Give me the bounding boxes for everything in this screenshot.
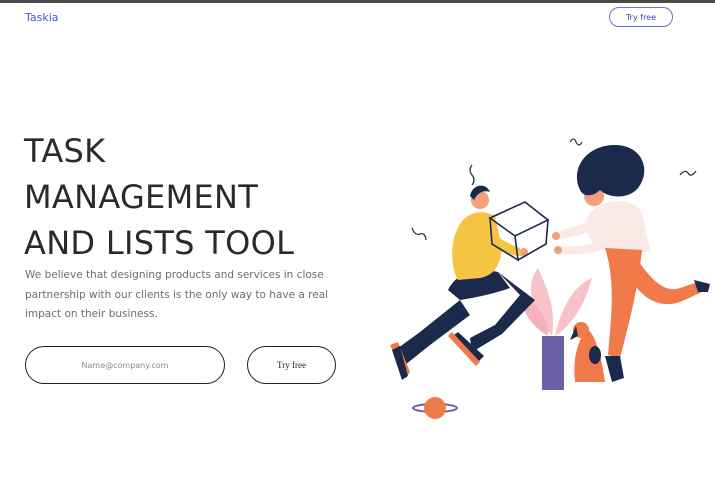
squiggle-icon — [679, 170, 697, 176]
squiggle-icon — [411, 227, 427, 241]
squiggle-icon — [569, 138, 583, 146]
man-leg-icon — [398, 300, 470, 365]
logo[interactable]: Taskia — [25, 11, 59, 24]
plant-pot-icon — [542, 336, 564, 390]
hero-title: TASK MANAGEMENT AND LISTS TOOL — [24, 128, 354, 266]
hero-title-line: MANAGEMENT — [24, 178, 259, 216]
people-carrying-box-illustration — [390, 138, 710, 419]
planet-icon — [424, 397, 446, 419]
shoe-icon — [605, 356, 624, 382]
squiggle-icon — [469, 164, 475, 186]
hand-icon — [554, 246, 562, 254]
hero-illustration — [380, 120, 715, 430]
hero-try-free-button[interactable]: Try free — [247, 346, 336, 384]
nav-try-free-button[interactable]: Try free — [609, 7, 673, 27]
top-border — [0, 0, 715, 3]
hand-icon — [552, 232, 560, 240]
woman-hair-icon — [576, 145, 645, 197]
email-input[interactable] — [25, 346, 225, 384]
dog-spot-icon — [589, 346, 601, 364]
hero-description: We believe that designing products and s… — [25, 269, 329, 320]
hero-title-line: TASK — [24, 132, 106, 170]
hero-title-line: AND LISTS TOOL — [24, 224, 295, 262]
